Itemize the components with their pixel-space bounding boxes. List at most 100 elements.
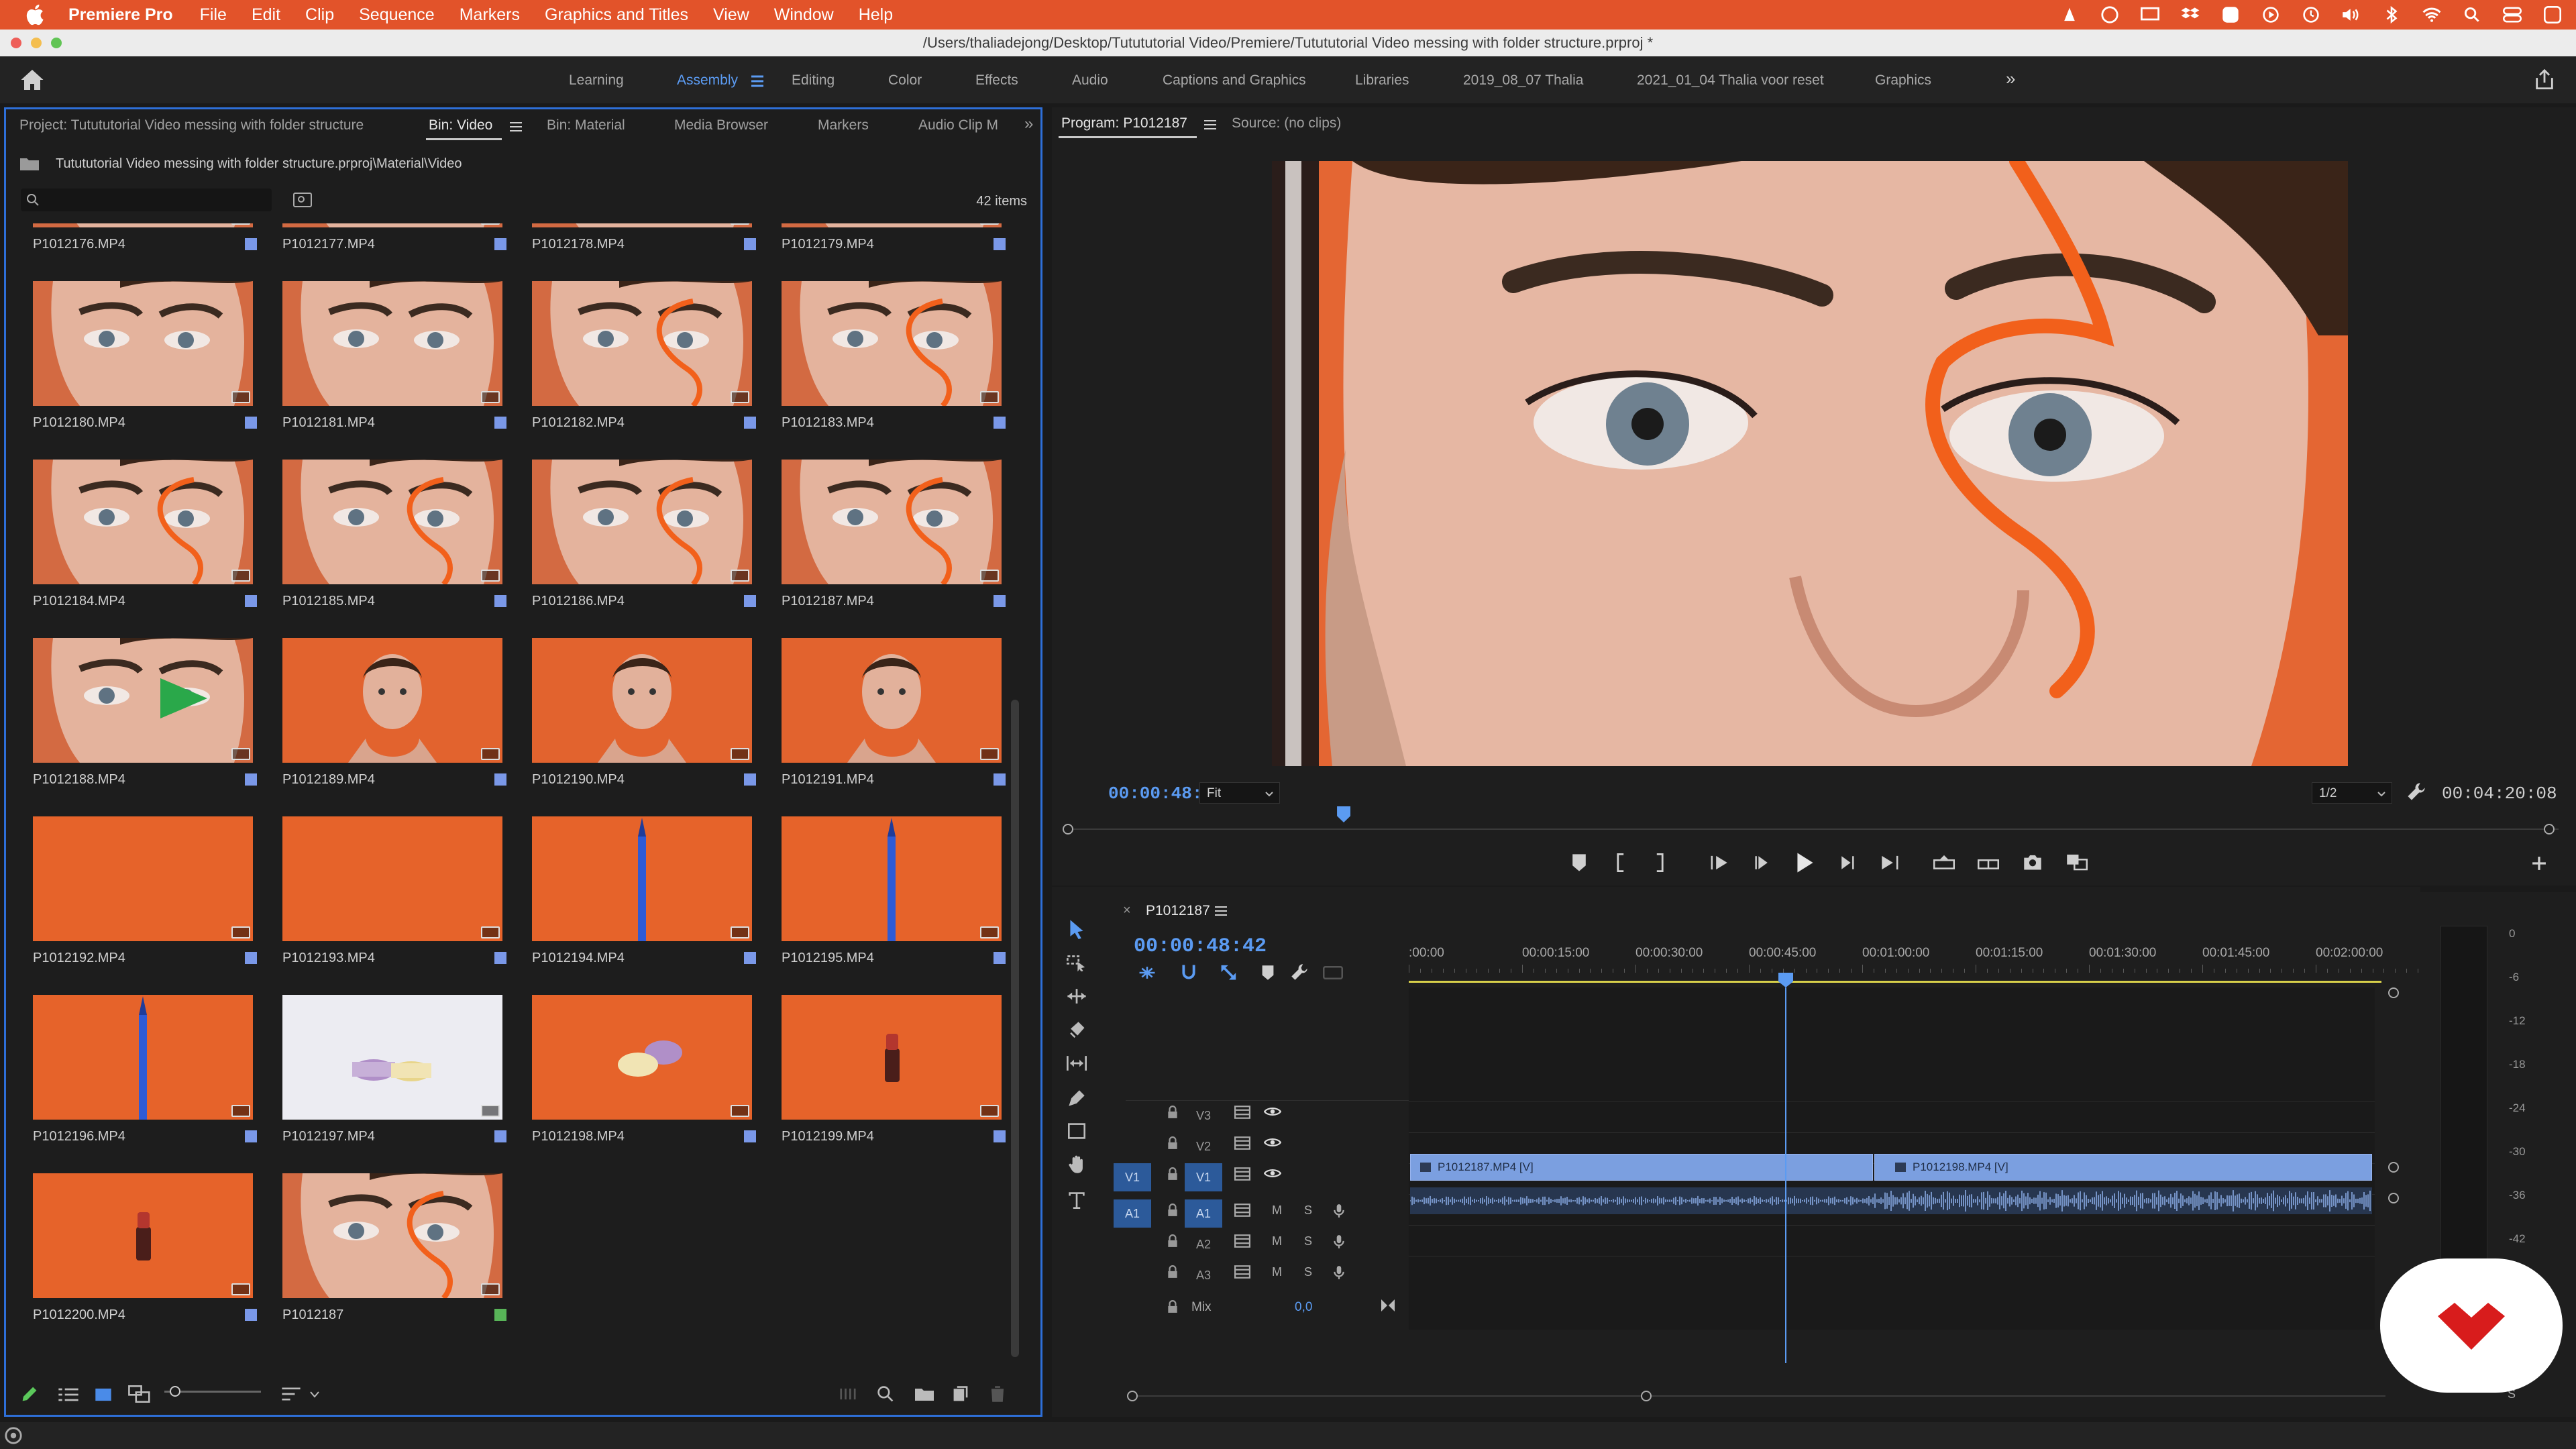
close-sequence-icon[interactable]: × [1123,903,1131,918]
more-tabs-icon[interactable]: » [1024,115,1033,133]
clip-label-color[interactable] [494,595,506,607]
clip-item[interactable]: P1012198.MP4 [532,995,760,1169]
status-icon[interactable] [4,1426,23,1445]
wrench-icon[interactable] [2407,782,2426,801]
clip-item[interactable]: P1012190.MP4 [532,638,760,812]
tab-source[interactable]: Source: (no clips) [1232,115,1341,131]
menu-help[interactable]: Help [859,5,893,25]
clip-label-color[interactable] [494,952,506,964]
lock-icon[interactable] [1167,1234,1178,1248]
clip-name[interactable]: P1012184.MP4 [33,594,125,609]
clip-thumbnail[interactable] [532,460,752,584]
clip-name[interactable]: P1012197.MP4 [282,1129,375,1144]
close-window-button[interactable] [11,38,21,48]
clip-item[interactable]: P1012199.MP4 [782,995,1010,1169]
timeline-clip-audio[interactable] [1410,1187,2372,1214]
menu-view[interactable]: View [713,5,749,25]
timeline-marker-icon[interactable] [1261,965,1275,981]
clip-name[interactable]: P1012182.MP4 [532,415,625,431]
tab-media-browser[interactable]: Media Browser [674,117,768,133]
clip-name[interactable]: P1012176.MP4 [33,237,125,252]
menu-window[interactable]: Window [774,5,834,25]
screen-icon[interactable] [2140,5,2160,24]
clip-item[interactable]: P1012184.MP4 [33,460,261,634]
clip-item[interactable]: P1012196.MP4 [33,995,261,1169]
wifi-icon[interactable] [2422,5,2442,24]
clip-thumbnail[interactable] [282,995,502,1120]
workspace-captions[interactable]: Captions and Graphics [1163,72,1306,89]
clip-name[interactable]: P1012187.MP4 [782,594,874,609]
timeline-timecode[interactable]: 00:00:48:42 [1134,935,1267,958]
tab-project[interactable]: Project: Tutututorial Video messing with… [19,117,364,133]
clip-item[interactable]: P1012178.MP4 [532,223,760,277]
clip-item[interactable]: P1012176.MP4 [33,223,261,277]
clip-name[interactable]: P1012179.MP4 [782,237,874,252]
clip-name[interactable]: P1012191.MP4 [782,772,874,788]
list-view-icon[interactable] [57,1387,80,1403]
clip-item[interactable]: P1012188.MP4 [33,638,261,812]
clip-label-color[interactable] [245,1309,257,1321]
workspace-learning[interactable]: Learning [569,72,624,89]
sync-lock-icon[interactable] [1234,1234,1250,1248]
notification-icon[interactable] [2542,5,2563,24]
track-scroll-handle[interactable] [2388,987,2399,998]
snap-icon[interactable] [1181,963,1197,982]
sync-lock-icon[interactable] [1234,1203,1250,1217]
menu-edit[interactable]: Edit [252,5,280,25]
clip-item[interactable]: P1012192.MP4 [33,816,261,991]
track-target-v1[interactable]: V1 [1185,1163,1222,1191]
eye-icon[interactable] [1264,1136,1281,1148]
clip-name[interactable]: P1012193.MP4 [282,951,375,966]
lock-icon[interactable] [1167,1167,1178,1181]
tab-bin-material[interactable]: Bin: Material [547,117,625,133]
source-patch-v1[interactable]: V1 [1114,1163,1151,1191]
hand-tool-icon[interactable] [1068,1155,1085,1174]
mute-button[interactable]: M [1272,1234,1282,1248]
clip-thumbnail[interactable] [33,638,253,763]
clip-name[interactable]: P1012189.MP4 [282,772,375,788]
clip-label-color[interactable] [744,1130,756,1142]
clip-label-color[interactable] [744,238,756,250]
clip-item[interactable]: P1012183.MP4 [782,281,1010,455]
solo-button[interactable]: S [1304,1234,1312,1248]
go-to-out-icon[interactable] [1881,855,1900,871]
clip-label-color[interactable] [744,417,756,429]
clip-thumbnail[interactable] [33,1173,253,1298]
freeform-view-icon[interactable] [128,1385,151,1403]
play-icon[interactable] [1796,852,1814,873]
microphone-icon[interactable] [1334,1203,1344,1218]
clip-thumbnail[interactable] [33,281,253,406]
clip-label-color[interactable] [494,773,506,786]
tab-program[interactable]: Program: P1012187 [1059,115,1197,138]
track-target-a3[interactable]: A3 [1185,1261,1222,1289]
timeline-menu-icon[interactable] [1214,906,1228,916]
clip-label-color[interactable] [245,238,257,250]
clip-thumbnail[interactable] [282,460,502,584]
clip-item[interactable]: P1012179.MP4 [782,223,1010,277]
track-target-v2[interactable]: V2 [1185,1132,1222,1161]
track-scroll-handle[interactable] [2388,1162,2399,1173]
extract-icon[interactable] [1978,855,1999,871]
clip-label-color[interactable] [494,1309,506,1321]
search-input[interactable] [21,189,272,211]
project-scrollbar[interactable] [1011,700,1019,1357]
volume-icon[interactable] [2341,5,2361,24]
comparison-view-icon[interactable] [2066,853,2088,871]
microphone-icon[interactable] [1334,1234,1344,1249]
clip-thumbnail[interactable] [532,223,752,227]
clip-name[interactable]: P1012200.MP4 [33,1307,125,1323]
slip-tool-icon[interactable] [1067,1055,1087,1072]
clip-label-color[interactable] [744,773,756,786]
apple-icon[interactable] [24,3,48,27]
clip-thumbnail[interactable] [33,995,253,1120]
lock-icon[interactable] [1167,1300,1178,1313]
tab-markers[interactable]: Markers [818,117,869,133]
clip-label-color[interactable] [245,1130,257,1142]
nest-icon[interactable] [1138,965,1157,981]
clip-item[interactable]: P1012181.MP4 [282,281,511,455]
clip-thumbnail[interactable] [782,995,1002,1120]
track-scroll-handle[interactable] [2388,1193,2399,1203]
clip-label-color[interactable] [994,417,1006,429]
clip-thumbnail[interactable] [782,638,1002,763]
zoom-slider-handle[interactable] [170,1386,180,1397]
